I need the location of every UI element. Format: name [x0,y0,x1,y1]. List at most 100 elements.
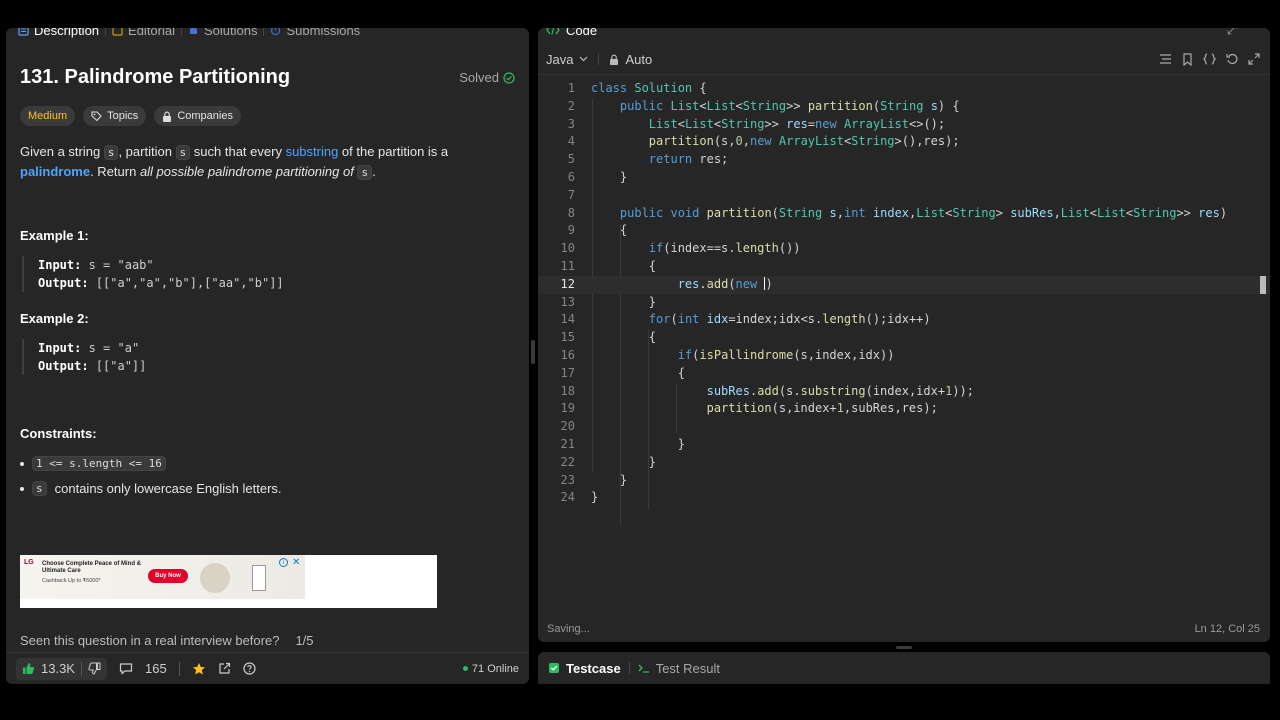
online-count: 71 Online [471,662,519,675]
ad-info-icon[interactable]: i [279,558,288,567]
line-number: 19 [560,401,575,416]
code-line: 6 } [538,169,1270,187]
interview-pager[interactable]: 1/5 [295,633,313,648]
vertical-resize-handle[interactable] [531,340,535,364]
tab-testcase[interactable]: Testcase [548,661,621,676]
code-line: 20 [538,418,1270,436]
output-label: Output: [38,276,89,290]
braces-icon[interactable] [1203,53,1216,66]
example-2-block: Input: s = "a" Output: [["a"]] [22,339,502,375]
star-icon[interactable] [192,662,206,676]
line-number: 5 [567,152,575,167]
tab-editorial[interactable]: Editorial [112,28,175,38]
tab-solutions[interactable]: Solutions [188,28,257,38]
format-icon[interactable] [1159,53,1172,66]
desc-text: Given a string [20,144,104,159]
horizontal-resize-handle[interactable] [896,646,912,649]
example-1-title: Example 1: [20,228,89,243]
code-editor[interactable]: 1 class Solution { 2 public List<List<Str… [538,80,1270,526]
code-line: 2 public List<List<String>> partition(St… [538,98,1270,116]
line-number: 18 [560,383,575,398]
ad-family-image [200,563,230,593]
output-label: Output: [38,359,89,373]
line-number: 17 [560,365,575,380]
output-value: [["a"]] [95,359,147,373]
fullscreen-icon[interactable] [1248,53,1260,66]
line-number: 23 [560,472,575,487]
ad-brand-logo: LG [24,559,34,566]
autocomplete-mode[interactable]: Auto [625,52,652,67]
divider [80,661,82,676]
collapse-icon[interactable]: ⌃ [1249,28,1260,38]
code-line: 21 } [538,436,1270,454]
thumbs-up-icon[interactable] [22,662,35,675]
solved-status: Solved [459,70,515,85]
bookmark-icon[interactable] [1182,52,1193,66]
tab-divider [628,662,630,674]
input-value: s = "a" [88,341,140,355]
description-icon [18,28,29,36]
code-line: 4 partition(s,0,new ArrayList<String>(),… [538,133,1270,151]
code-line: 11 { [538,258,1270,276]
desc-text: such that every [190,144,286,159]
interview-question: Seen this question in a real interview b… [20,633,280,648]
code-line: 18 subRes.add(s.substring(index,idx+1)); [538,383,1270,401]
tab-test-result-label: Test Result [655,660,720,676]
tab-test-result[interactable]: Test Result [638,661,720,676]
solved-label: Solved [459,70,499,85]
advertisement-banner[interactable]: LG Choose Complete Peace of Mind & Ultim… [20,555,437,608]
thumbs-down-icon[interactable] [88,662,101,675]
input-value: s = "aab" [88,258,154,272]
problem-panel: Description Editorial Solutions Submissi… [6,28,529,684]
inline-code: s [32,481,47,496]
input-label: Input: [38,258,82,272]
inline-code: 1 <= s.length <= 16 [32,456,166,471]
tab-editorial-label: Editorial [128,28,175,38]
ad-buy-now-button[interactable]: Buy Now [148,569,188,583]
line-number: 10 [560,241,575,256]
companies-button[interactable]: Companies [154,106,241,126]
inline-code: s [175,145,191,160]
constraint-item: s contains only lowercase English letters… [20,481,282,496]
chevron-down-icon[interactable] [579,56,588,62]
code-header: Code ⤢ ⌃ [538,28,1270,38]
scrollbar-marker[interactable] [1260,276,1266,294]
submissions-icon [270,28,281,36]
help-icon[interactable] [243,662,256,675]
code-line: 17 { [538,365,1270,383]
constraint-text: contains only lowercase English letters. [54,481,282,496]
code-line: 14 for(int idx=index;idx<s.length();idx+… [538,311,1270,329]
share-icon[interactable] [218,662,231,675]
substring-link[interactable]: substring [286,144,339,159]
comment-icon[interactable] [119,662,133,675]
reset-icon[interactable] [1226,53,1238,66]
lock-icon [162,111,172,122]
line-number: 22 [560,454,575,469]
line-number: 20 [560,419,575,434]
code-line: 23 } [538,472,1270,490]
code-icon [546,28,560,35]
tab-description-label: Description [34,28,100,38]
palindrome-link[interactable]: palindrome [20,164,90,179]
topics-button[interactable]: Topics [83,106,147,126]
problem-title: 131. Palindrome Partitioning [20,66,291,88]
comment-count: 165 [144,661,167,676]
save-status: Saving... [547,623,590,635]
tab-submissions[interactable]: Submissions [270,28,360,38]
language-select[interactable]: Java [546,52,573,67]
code-line: 9 { [538,222,1270,240]
ad-close-icon[interactable]: ✕ [292,557,300,568]
checkbox-icon [548,662,560,674]
tab-description[interactable]: Description [18,28,99,38]
testcase-tabs: Testcase Test Result [538,652,1270,684]
text-cursor [764,276,766,290]
code-line: 3 List<List<String>> res=new ArrayList<>… [538,116,1270,134]
companies-label: Companies [177,110,233,122]
line-number: 6 [567,169,575,184]
line-number: 13 [560,294,575,309]
problem-tabs: Description Editorial Solutions Submissi… [6,28,360,38]
cursor-position: Ln 12, Col 25 [1194,623,1260,635]
maximize-icon[interactable]: ⤢ [1227,28,1237,38]
line-number: 9 [567,223,575,238]
line-number: 14 [560,312,575,327]
